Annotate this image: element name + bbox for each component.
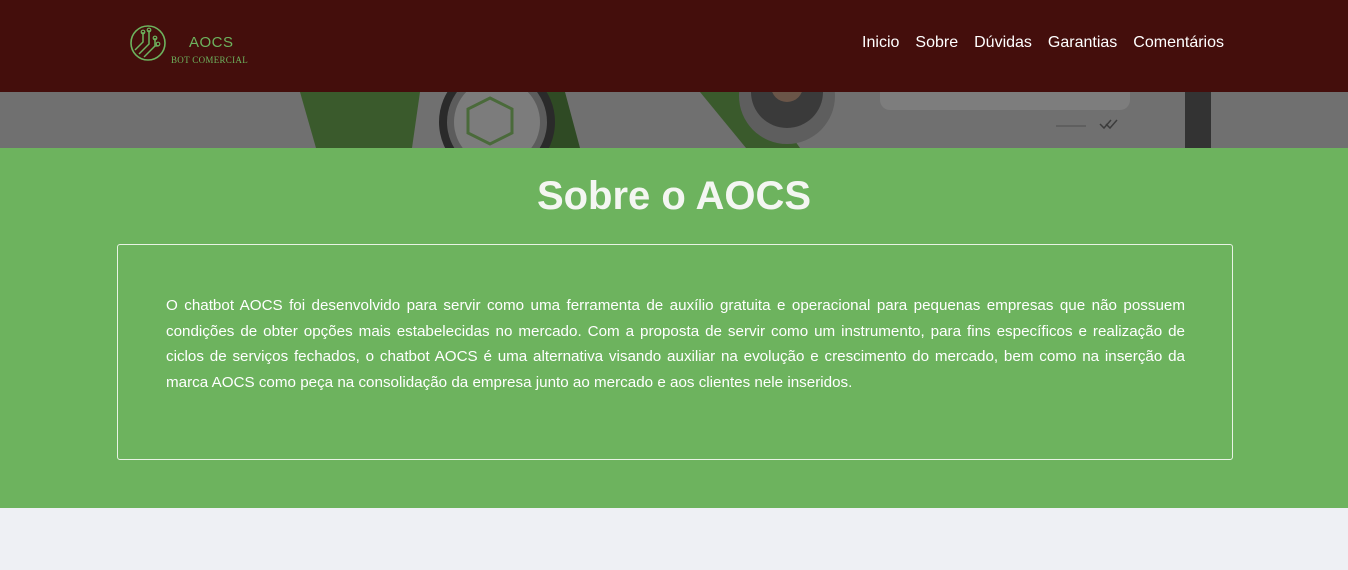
nav-link-garantias[interactable]: Garantias	[1048, 34, 1117, 52]
nav-link-inicio[interactable]: Inicio	[862, 34, 899, 52]
brand-name: AOCS	[189, 34, 234, 51]
hero-banner	[0, 92, 1348, 148]
main-nav: Inicio Sobre Dúvidas Garantias Comentári…	[862, 34, 1224, 52]
about-text: O chatbot AOCS foi desenvolvido para ser…	[166, 297, 1185, 392]
nav-link-duvidas[interactable]: Dúvidas	[974, 34, 1032, 52]
nav-link-sobre[interactable]: Sobre	[915, 34, 958, 52]
about-card: O chatbot AOCS foi desenvolvido para ser…	[117, 244, 1233, 460]
chatbot-illustration	[0, 92, 1348, 148]
page-background	[0, 508, 1348, 570]
circuit-logo-icon	[129, 24, 167, 62]
brand-logo[interactable]: AOCS BOT COMERCIAL	[129, 24, 259, 68]
site-header: AOCS BOT COMERCIAL Inicio Sobre Dúvidas …	[0, 0, 1348, 92]
about-section: Sobre o AOCS O chatbot AOCS foi desenvol…	[0, 148, 1348, 508]
about-title: Sobre o AOCS	[536, 174, 812, 218]
nav-link-comentarios[interactable]: Comentários	[1133, 34, 1224, 52]
brand-tagline: BOT COMERCIAL	[171, 55, 248, 65]
